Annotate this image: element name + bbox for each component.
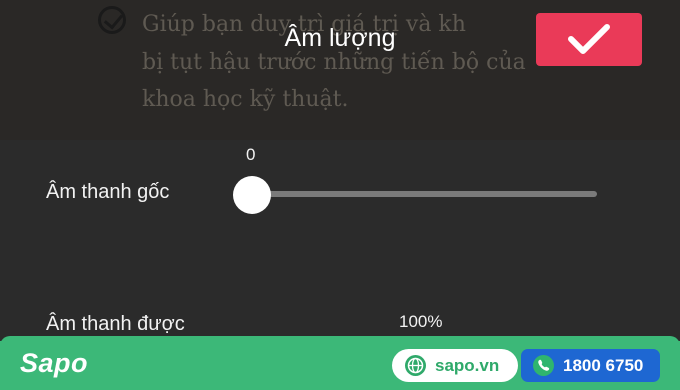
background-text-line-2: bị tụt hậu trước những tiến bộ của bbox=[142, 50, 526, 75]
original-sound-value: 0 bbox=[246, 145, 256, 164]
phone-text: 1800 6750 bbox=[563, 356, 644, 375]
added-sound-label: Âm thanh được bbox=[46, 313, 185, 335]
confirm-button[interactable] bbox=[536, 13, 642, 66]
phone-link[interactable]: 1800 6750 bbox=[521, 349, 660, 382]
original-sound-slider-thumb[interactable] bbox=[233, 176, 271, 214]
website-link[interactable]: sapo.vn bbox=[392, 349, 518, 382]
original-sound-label: Âm thanh gốc bbox=[46, 181, 170, 203]
phone-icon bbox=[533, 355, 554, 376]
checkmark-icon bbox=[568, 24, 610, 54]
sapo-logo: Sapo bbox=[20, 348, 89, 378]
website-text: sapo.vn bbox=[435, 356, 500, 375]
background-text-line-3: khoa học kỹ thuật. bbox=[142, 87, 349, 112]
added-sound-value: 100% bbox=[399, 312, 443, 331]
original-sound-slider-track[interactable] bbox=[252, 191, 597, 197]
globe-icon bbox=[405, 355, 426, 376]
